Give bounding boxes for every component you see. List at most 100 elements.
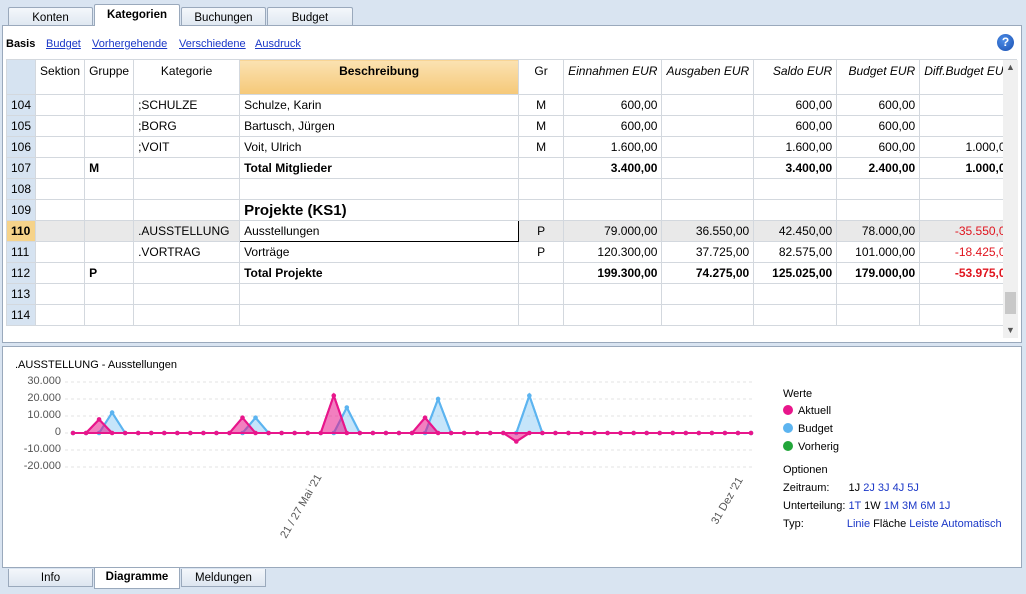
cell-beschreibung[interactable]: Total Projekte <box>239 262 520 284</box>
tab-meldungen[interactable]: Meldungen <box>181 569 266 587</box>
cell-einnahmen[interactable]: 600,00 <box>563 94 663 116</box>
cell-gr[interactable] <box>518 199 565 221</box>
row-number[interactable]: 104 <box>5 94 37 116</box>
vertical-scrollbar[interactable]: ▲ ▼ <box>1003 60 1018 338</box>
cell-beschreibung[interactable]: Voit, Ulrich <box>239 136 520 158</box>
row-number[interactable]: 109 <box>5 199 37 221</box>
view-budget-link[interactable]: Budget <box>46 38 81 50</box>
cell-einnahmen[interactable]: 79.000,00 <box>563 220 663 242</box>
tab-kategorien[interactable]: Kategorien <box>94 4 180 26</box>
cell-kategorie[interactable] <box>133 262 241 284</box>
cell-saldo[interactable] <box>753 283 838 305</box>
unterteilung-1t[interactable]: 1T <box>848 500 861 512</box>
question-circle-icon[interactable]: ? <box>997 34 1014 51</box>
cell-beschreibung[interactable]: Bartusch, Jürgen <box>239 115 520 137</box>
cell-budget[interactable] <box>836 283 921 305</box>
cell-ausgaben[interactable] <box>661 94 755 116</box>
table-row[interactable]: 107 M Total Mitglieder 3.400,00 3.400,00… <box>5 157 1018 179</box>
zeitraum-1j[interactable]: 1J <box>849 482 861 494</box>
view-vorhergehende-link[interactable]: Vorhergehende <box>92 38 167 50</box>
unterteilung-1m[interactable]: 1M <box>884 500 899 512</box>
table-row[interactable]: 109 Projekte (KS1) <box>5 199 1018 221</box>
cell-kategorie[interactable]: .VORTRAG <box>133 241 241 263</box>
cell-ausgaben[interactable] <box>661 178 755 200</box>
cell-gruppe[interactable] <box>84 241 135 263</box>
cell-ausgaben[interactable] <box>661 115 755 137</box>
cell-sektion[interactable] <box>35 178 86 200</box>
cell-einnahmen[interactable] <box>563 178 663 200</box>
typ-flaeche[interactable]: Fläche <box>873 518 906 530</box>
cell-gruppe[interactable]: M <box>84 157 135 179</box>
col-beschreibung[interactable]: Beschreibung <box>239 59 520 95</box>
cell-budget[interactable]: 600,00 <box>836 94 921 116</box>
table-row-selected[interactable]: 110 .AUSSTELLUNG Ausstellungen P 79.000,… <box>5 220 1018 242</box>
cell-budget[interactable]: 2.400,00 <box>836 157 921 179</box>
unterteilung-1w[interactable]: 1W <box>864 500 881 512</box>
cell-ausgaben[interactable]: 36.550,00 <box>661 220 755 242</box>
cell-gruppe[interactable] <box>84 94 135 116</box>
scroll-up-icon[interactable]: ▲ <box>1003 60 1018 75</box>
tab-konten[interactable]: Konten <box>8 7 93 27</box>
table-row[interactable]: 106 ;VOIT Voit, Ulrich M 1.600,00 1.600,… <box>5 136 1018 158</box>
scroll-down-icon[interactable]: ▼ <box>1003 323 1018 338</box>
zeitraum-5j[interactable]: 5J <box>907 482 919 494</box>
cell-gr[interactable] <box>518 157 565 179</box>
cell-einnahmen[interactable]: 199.300,00 <box>563 262 663 284</box>
cell-gr[interactable]: P <box>518 220 565 242</box>
tab-buchungen[interactable]: Buchungen <box>181 7 266 27</box>
col-ausgaben[interactable]: Ausgaben EUR <box>661 59 755 95</box>
scrollbar-thumb[interactable] <box>1005 292 1016 314</box>
cell-saldo[interactable] <box>753 178 838 200</box>
cell-saldo[interactable]: 600,00 <box>753 94 838 116</box>
zeitraum-4j[interactable]: 4J <box>893 482 905 494</box>
cell-sektion[interactable] <box>35 241 86 263</box>
cell-kategorie[interactable]: ;VOIT <box>133 136 241 158</box>
cell-beschreibung[interactable] <box>239 178 520 200</box>
col-sektion[interactable]: Sektion <box>35 59 86 95</box>
row-number[interactable]: 111 <box>5 241 37 263</box>
cell-beschreibung[interactable]: Vorträge <box>239 241 520 263</box>
cell-gruppe[interactable] <box>84 283 135 305</box>
unterteilung-6m[interactable]: 6M <box>920 500 935 512</box>
cell-gr[interactable]: M <box>518 94 565 116</box>
cell-sektion[interactable] <box>35 115 86 137</box>
cell-gruppe[interactable] <box>84 199 135 221</box>
cell-gruppe[interactable] <box>84 304 135 326</box>
cell-gr[interactable] <box>518 262 565 284</box>
cell-ausgaben[interactable] <box>661 157 755 179</box>
cell-kategorie[interactable] <box>133 283 241 305</box>
cell-beschreibung[interactable] <box>239 304 520 326</box>
cell-beschreibung[interactable]: Total Mitglieder <box>239 157 520 179</box>
cell-einnahmen[interactable] <box>563 283 663 305</box>
col-saldo[interactable]: Saldo EUR <box>753 59 838 95</box>
cell-einnahmen[interactable] <box>563 199 663 221</box>
view-verschiedene-link[interactable]: Verschiedene <box>179 38 246 50</box>
row-number[interactable]: 112 <box>5 262 37 284</box>
zeitraum-2j[interactable]: 2J <box>863 482 875 494</box>
cell-saldo[interactable]: 600,00 <box>753 115 838 137</box>
cell-budget[interactable]: 179.000,00 <box>836 262 921 284</box>
col-gr[interactable]: Gr <box>518 59 565 95</box>
view-ausdruck-link[interactable]: Ausdruck <box>255 38 301 50</box>
cell-gr[interactable] <box>518 283 565 305</box>
table-row[interactable]: 114 <box>5 304 1018 326</box>
cell-saldo[interactable]: 125.025,00 <box>753 262 838 284</box>
row-number[interactable]: 113 <box>5 283 37 305</box>
cell-ausgaben[interactable]: 37.725,00 <box>661 241 755 263</box>
table-row[interactable]: 108 <box>5 178 1018 200</box>
cell-saldo[interactable]: 82.575,00 <box>753 241 838 263</box>
table-row[interactable]: 111 .VORTRAG Vorträge P 120.300,00 37.72… <box>5 241 1018 263</box>
tab-info[interactable]: Info <box>8 569 93 587</box>
cell-gr[interactable]: M <box>518 115 565 137</box>
row-number[interactable]: 105 <box>5 115 37 137</box>
row-number[interactable]: 110 <box>5 220 37 242</box>
cell-kategorie[interactable] <box>133 199 241 221</box>
cell-ausgaben[interactable] <box>661 304 755 326</box>
legend-item-budget[interactable]: Budget <box>783 423 833 435</box>
table-row[interactable]: 105 ;BORG Bartusch, Jürgen M 600,00 600,… <box>5 115 1018 137</box>
row-number[interactable]: 114 <box>5 304 37 326</box>
cell-gruppe[interactable] <box>84 178 135 200</box>
view-basis[interactable]: Basis <box>6 38 35 50</box>
cell-sektion[interactable] <box>35 199 86 221</box>
cell-einnahmen[interactable]: 120.300,00 <box>563 241 663 263</box>
